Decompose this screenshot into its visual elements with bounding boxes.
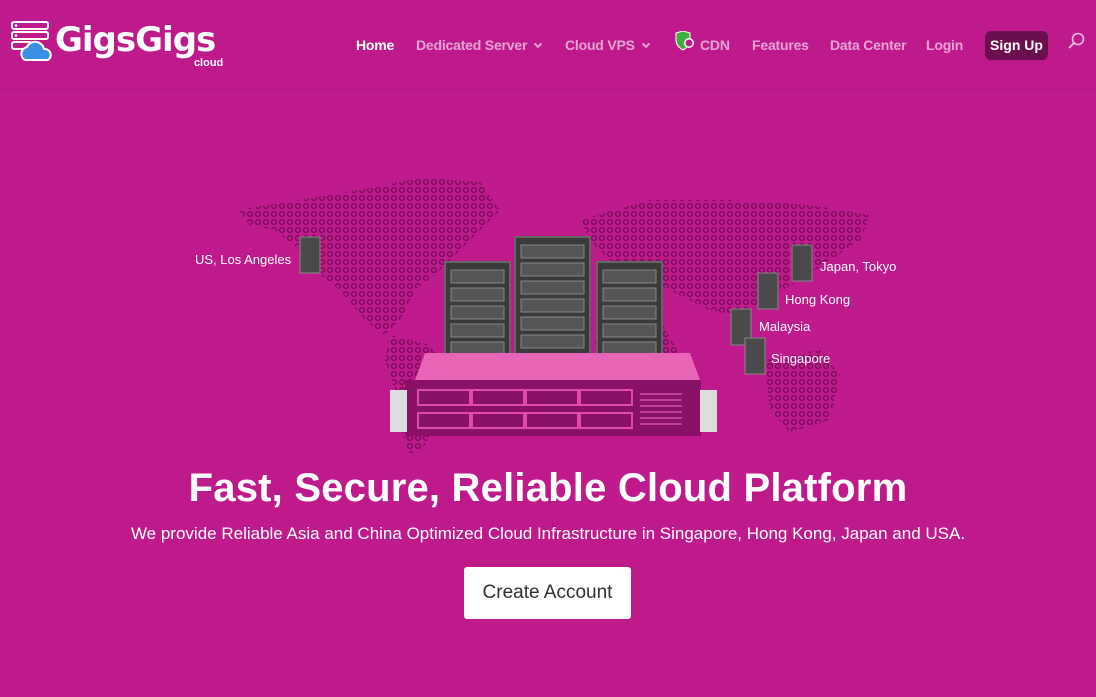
nav-dedicated-server[interactable]: Dedicated Server <box>416 37 543 53</box>
nav-home[interactable]: Home <box>356 37 394 53</box>
shield-icon <box>675 31 694 51</box>
nav-data-center[interactable]: Data Center <box>830 37 907 53</box>
location-label-malaysia: Malaysia <box>759 319 811 334</box>
chevron-down-icon <box>533 39 543 49</box>
nav-cloud-vps[interactable]: Cloud VPS <box>565 37 651 53</box>
create-account-button[interactable]: Create Account <box>464 567 631 619</box>
server-cloud-logo-icon <box>11 21 52 61</box>
signup-button[interactable]: Sign Up <box>985 31 1048 60</box>
location-label-singapore: Singapore <box>771 351 830 366</box>
site-header: GigsGigs cloud Home Dedicated Server Clo… <box>0 0 1096 90</box>
hero-subtitle: We provide Reliable Asia and China Optim… <box>130 524 966 543</box>
nav-features[interactable]: Features <box>752 37 809 53</box>
nav-login[interactable]: Login <box>926 37 963 53</box>
location-label-la: US, Los Angeles <box>195 252 292 267</box>
location-label-hk: Hong Kong <box>785 292 850 307</box>
pink-server-chassis <box>390 353 717 436</box>
search-icon[interactable] <box>1068 32 1086 50</box>
location-label-tokyo: Japan, Tokyo <box>820 259 896 274</box>
brand-sub: cloud <box>193 57 224 69</box>
nav-cloud-vps-label: Cloud VPS <box>565 37 635 53</box>
world-map-servers-illustration: US, Los Angeles Japan, Tokyo Hong Kong M… <box>195 178 896 455</box>
chevron-down-icon <box>641 39 651 49</box>
nav-cdn[interactable]: CDN <box>700 37 730 53</box>
hero-title: Fast, Secure, Reliable Cloud Platform <box>188 466 908 510</box>
nav-dedicated-label: Dedicated Server <box>416 37 528 53</box>
logo[interactable]: GigsGigs cloud <box>11 20 223 69</box>
brand-name: GigsGigs <box>55 20 216 60</box>
